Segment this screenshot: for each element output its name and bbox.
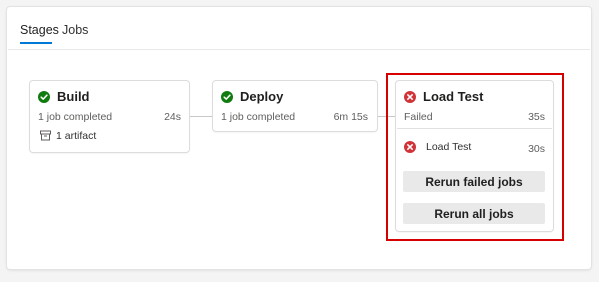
- stage-title: Deploy: [240, 89, 284, 104]
- stage-divider: [397, 128, 552, 129]
- rerun-failed-jobs-button[interactable]: Rerun failed jobs: [403, 171, 545, 192]
- stage-header-deploy: Deploy: [221, 89, 283, 104]
- stage-summary: Failed: [404, 111, 433, 123]
- stage-connector: [378, 116, 396, 117]
- stage-header-build: Build: [38, 89, 90, 104]
- check-circle-icon: [38, 90, 50, 103]
- tab-divider: [8, 49, 590, 50]
- job-row-load-test[interactable]: Load Test: [404, 141, 471, 153]
- stage-title: Build: [57, 89, 90, 104]
- error-circle-icon: [404, 90, 416, 103]
- stage-title: Load Test: [423, 89, 484, 104]
- stage-duration: 24s: [164, 111, 181, 123]
- active-tab-indicator: [20, 42, 52, 44]
- stage-summary: 1 job completed: [221, 111, 296, 123]
- error-circle-icon: [404, 141, 416, 153]
- artifact-link[interactable]: 1 artifact: [56, 130, 96, 142]
- stage-header-load-test: Load Test: [404, 89, 483, 104]
- rerun-all-jobs-button[interactable]: Rerun all jobs: [403, 203, 545, 224]
- stage-summary: 1 job completed: [38, 111, 113, 123]
- stage-connector: [190, 116, 212, 117]
- check-circle-icon: [221, 90, 233, 103]
- tab-stages[interactable]: Stages: [20, 23, 59, 37]
- tab-jobs[interactable]: Jobs: [62, 23, 88, 37]
- stage-duration: 35s: [528, 111, 545, 123]
- artifact-icon: [40, 130, 51, 141]
- stage-duration: 6m 15s: [333, 111, 368, 123]
- job-name: Load Test: [426, 141, 472, 153]
- job-duration: 30s: [528, 143, 545, 155]
